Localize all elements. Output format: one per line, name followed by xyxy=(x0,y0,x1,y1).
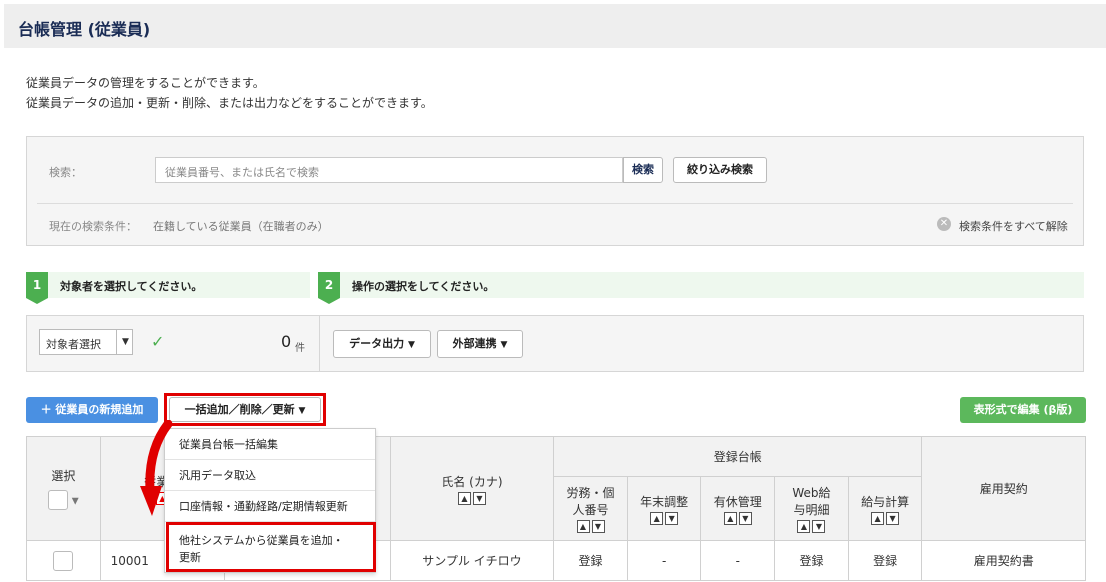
web-payslip-column-header: Web給 与明細 ▲ ▼ xyxy=(774,476,849,541)
sort-up-icon[interactable]: ▲ xyxy=(457,491,471,505)
sort-down-icon[interactable]: ▼ xyxy=(472,491,486,505)
menu-item-ledger-bulk-edit[interactable]: 従業員台帳一括編集 xyxy=(165,429,375,460)
menu-item-account-commute-update[interactable]: 口座情報・通勤経路/定期情報更新 xyxy=(165,491,375,522)
chevron-down-icon: ▼ xyxy=(71,496,79,507)
filter-search-button[interactable]: 絞り込み検索 xyxy=(673,157,767,183)
data-export-button[interactable]: データ出力 ▼ xyxy=(333,330,431,358)
checkbox-icon[interactable] xyxy=(47,490,68,510)
select-divider xyxy=(116,330,117,354)
selected-count: 0 xyxy=(281,332,292,351)
step-1-arrow xyxy=(26,298,48,304)
labor-column-header: 労務・個 人番号 ▲ ▼ xyxy=(553,476,628,541)
web-header-line-2: 与明細 xyxy=(793,503,830,517)
bulk-edit-label: 一括追加／削除／更新 xyxy=(184,403,295,416)
menu-item-generic-import[interactable]: 汎用データ取込 xyxy=(165,460,375,491)
chevron-down-icon: ▼ xyxy=(298,406,306,416)
search-input[interactable]: 従業員番号、または氏名で検索 xyxy=(155,157,623,183)
labor-header-line-1: 労務・個 xyxy=(566,486,615,500)
leave-column-header: 有休管理 ▲ ▼ xyxy=(700,476,776,541)
add-employee-button[interactable]: ＋ 従業員の新規追加 xyxy=(26,397,158,423)
select-column-header: 選択 ▼ xyxy=(26,436,101,541)
search-label: 検索： xyxy=(49,166,82,179)
target-select[interactable]: 対象者選択 ▼ xyxy=(39,329,133,355)
chevron-down-icon: ▼ xyxy=(122,337,129,347)
web-cell: 登録 xyxy=(774,540,849,581)
title-bar: 台帳管理 (従業員) xyxy=(4,4,1106,48)
menu-item-highlight xyxy=(166,522,376,572)
row-select-cell xyxy=(26,540,101,581)
contract-cell[interactable]: 雇用契約書 xyxy=(921,540,1086,581)
clear-conditions-link[interactable]: 検索条件をすべて解除 xyxy=(959,218,1068,234)
external-link-label: 外部連携 xyxy=(452,337,497,350)
current-condition-value: 在籍している従業員（在職者のみ） xyxy=(153,220,329,233)
bulk-button-highlight: 一括追加／削除／更新 ▼ xyxy=(164,393,326,426)
name-kana-cell: サンプル イチロウ xyxy=(389,540,555,581)
step-1-number: 1 xyxy=(26,272,48,298)
step-2-arrow xyxy=(318,298,340,304)
labor-header-line-2: 人番号 xyxy=(572,503,609,517)
data-export-label: データ出力 xyxy=(349,337,405,350)
sort-up-icon[interactable]: ▲ xyxy=(871,511,885,525)
sort-up-icon[interactable]: ▲ xyxy=(576,520,590,533)
year-end-column-header: 年末調整 ▲ ▼ xyxy=(626,476,702,541)
page-title: 台帳管理 (従業員) xyxy=(18,20,151,39)
name-kana-header-label: 氏名 (カナ) xyxy=(441,474,503,489)
clear-icon[interactable]: ✕ xyxy=(937,217,951,231)
chevron-down-icon: ▼ xyxy=(500,340,508,350)
payroll-column-header: 給与計算 ▲ ▼ xyxy=(847,476,923,541)
selected-count-unit: 件 xyxy=(295,343,305,354)
ledger-group-header: 登録台帳 xyxy=(553,436,923,477)
chevron-down-icon: ▼ xyxy=(407,340,415,350)
current-condition-label: 現在の検索条件： xyxy=(49,220,137,233)
description-line-2: 従業員データの追加・更新・削除、または出力などをすることができます。 xyxy=(26,96,433,110)
row-checkbox[interactable] xyxy=(53,550,74,571)
payroll-cell: 登録 xyxy=(847,540,923,581)
step-2-text: 操作の選択をしてください。 xyxy=(352,280,495,293)
sort-down-icon[interactable]: ▼ xyxy=(591,520,605,533)
step-2-header: 2 操作の選択をしてください。 xyxy=(318,272,1084,304)
table-edit-button[interactable]: 表形式で編集 (β版) xyxy=(960,397,1086,423)
target-select-value: 対象者選択 xyxy=(46,338,101,351)
name-kana-column-header: 氏名 (カナ) ▲ ▼ xyxy=(389,436,555,541)
description-line-1: 従業員データの管理をすることができます。 xyxy=(26,76,265,90)
check-icon: ✓ xyxy=(151,332,165,351)
year-end-cell: - xyxy=(626,540,702,581)
step-2-number: 2 xyxy=(318,272,340,298)
step-1-header: 1 対象者を選択してください。 xyxy=(26,272,310,304)
year-end-header-label: 年末調整 xyxy=(640,494,689,509)
sort-up-icon[interactable]: ▲ xyxy=(723,511,737,525)
sort-up-icon[interactable]: ▲ xyxy=(797,520,811,533)
operations-panel: 対象者選択 ▼ ✓ 0 件 データ出力 ▼ 外部連携 ▼ xyxy=(26,315,1084,372)
sort-down-icon[interactable]: ▼ xyxy=(886,511,900,525)
payroll-header-label: 給与計算 xyxy=(861,494,910,509)
divider xyxy=(319,316,320,371)
contract-column-header: 雇用契約 xyxy=(921,436,1086,541)
sort-up-icon[interactable]: ▲ xyxy=(650,511,664,525)
select-header-label: 選択 xyxy=(51,469,76,483)
sort-down-icon[interactable]: ▼ xyxy=(812,520,826,533)
leave-header-label: 有休管理 xyxy=(713,494,762,509)
step-1-text: 対象者を選択してください。 xyxy=(60,280,203,293)
divider xyxy=(37,203,1073,204)
annotation-arrow-icon xyxy=(140,420,173,516)
bulk-edit-button[interactable]: 一括追加／削除／更新 ▼ xyxy=(169,397,321,422)
external-link-button[interactable]: 外部連携 ▼ xyxy=(437,330,523,358)
web-header-line-1: Web給 xyxy=(792,486,831,500)
search-placeholder: 従業員番号、または氏名で検索 xyxy=(165,166,319,179)
sort-down-icon[interactable]: ▼ xyxy=(665,511,679,525)
leave-cell: - xyxy=(700,540,776,581)
search-panel: 検索： 従業員番号、または氏名で検索 検索 絞り込み検索 現在の検索条件： 在籍… xyxy=(26,136,1084,246)
search-button[interactable]: 検索 xyxy=(623,157,663,183)
sort-down-icon[interactable]: ▼ xyxy=(738,511,752,525)
select-all-checkbox[interactable]: ▼ xyxy=(27,490,100,510)
labor-cell: 登録 xyxy=(553,540,628,581)
